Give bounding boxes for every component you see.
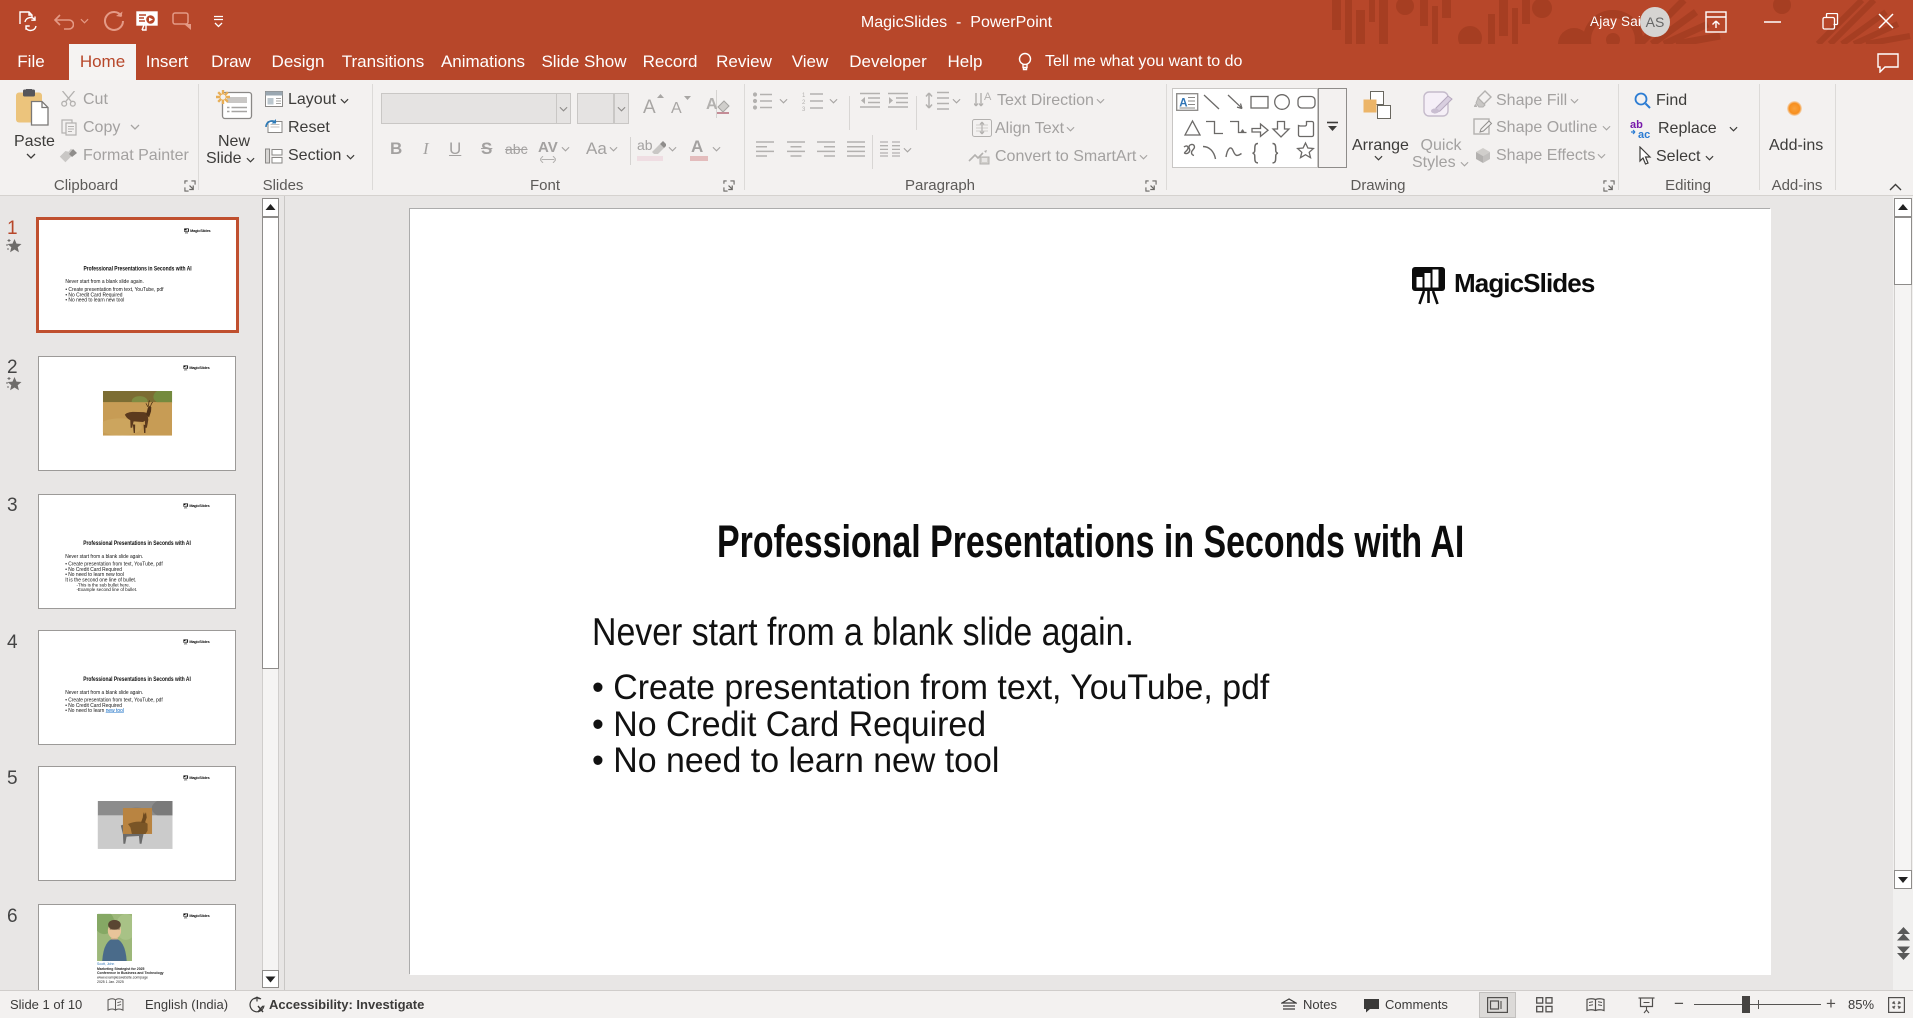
- svg-text:ac: ac: [1638, 129, 1650, 139]
- svg-text:3: 3: [802, 107, 806, 111]
- svg-text:A: A: [671, 100, 682, 115]
- svg-text:2: 2: [802, 100, 806, 106]
- svg-text:1: 1: [802, 93, 806, 99]
- svg-text:A: A: [706, 96, 718, 113]
- svg-text:A: A: [643, 97, 656, 115]
- svg-text:A: A: [984, 91, 992, 103]
